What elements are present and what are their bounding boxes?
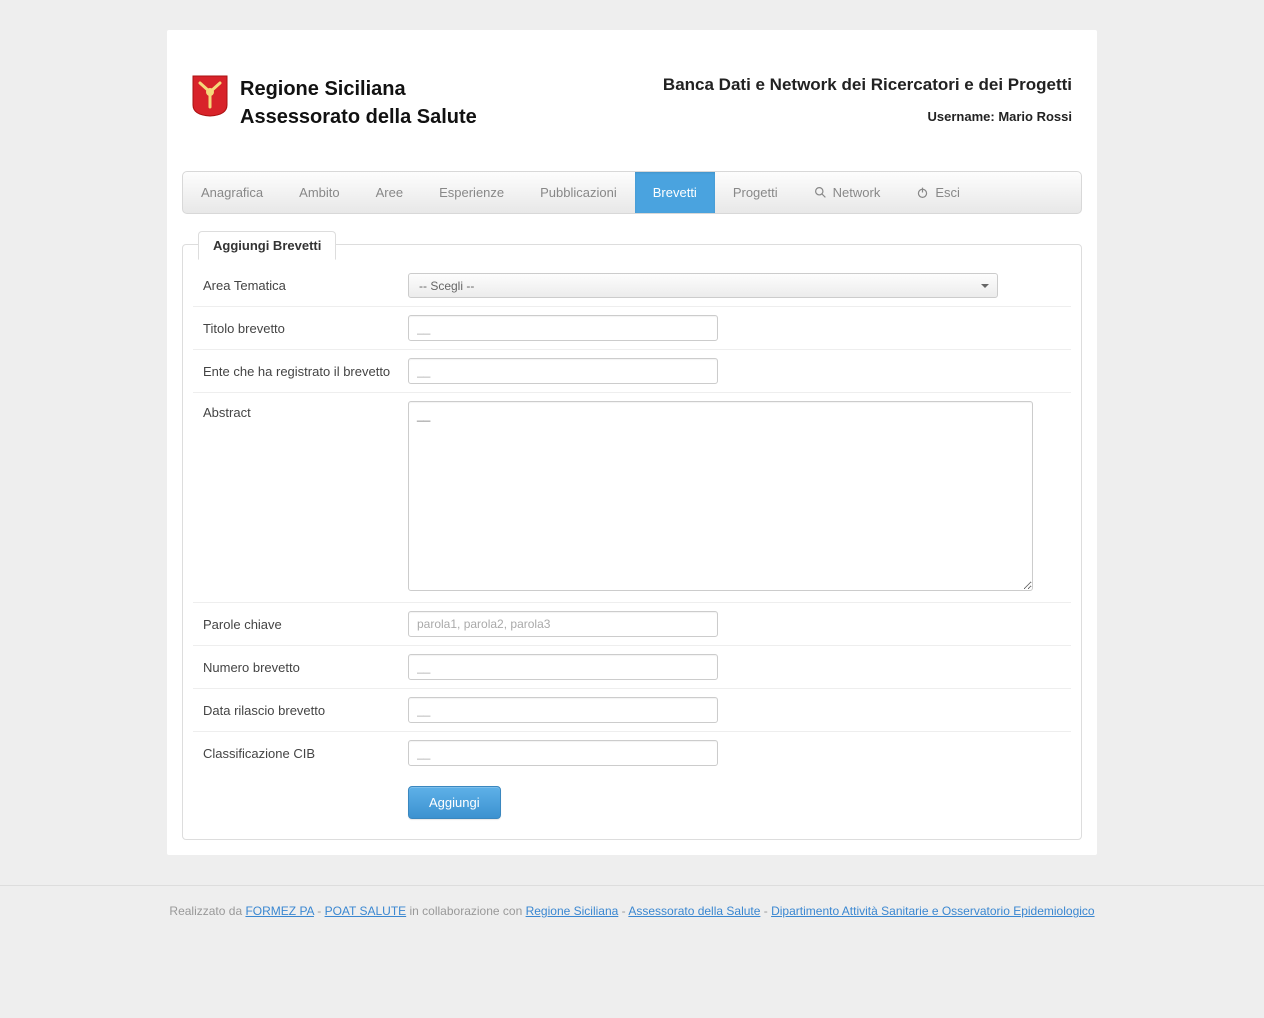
org-name: Regione Siciliana Assessorato della Salu…	[240, 75, 477, 131]
header: Regione Siciliana Assessorato della Salu…	[182, 45, 1082, 171]
footer-link-dipartimento[interactable]: Dipartimento Attività Sanitarie e Osserv…	[771, 904, 1094, 918]
input-titolo[interactable]	[408, 315, 718, 341]
input-numero[interactable]	[408, 654, 718, 680]
footer-mid: in collaborazione con	[406, 904, 525, 918]
input-data-rilascio[interactable]	[408, 697, 718, 723]
footer-link-formez[interactable]: FORMEZ PA	[245, 904, 313, 918]
nav-aree[interactable]: Aree	[358, 172, 421, 213]
nav-label: Anagrafica	[201, 185, 263, 200]
username-label: Username:	[927, 109, 994, 124]
label-numero: Numero brevetto	[193, 660, 408, 675]
header-right: Banca Dati e Network dei Ricercatori e d…	[663, 75, 1072, 124]
label-ente: Ente che ha registrato il brevetto	[193, 364, 408, 379]
input-ente[interactable]	[408, 358, 718, 384]
nav-esci[interactable]: Esci	[898, 172, 978, 213]
footer-sep: -	[760, 904, 771, 918]
select-area-tematica[interactable]: -- Scegli --	[408, 273, 998, 298]
main-card: Regione Siciliana Assessorato della Salu…	[167, 30, 1097, 855]
footer-prefix: Realizzato da	[169, 904, 245, 918]
app-title: Banca Dati e Network dei Ricercatori e d…	[663, 75, 1072, 95]
label-abstract: Abstract	[193, 401, 408, 420]
header-left: Regione Siciliana Assessorato della Salu…	[192, 75, 477, 131]
footer-link-regione[interactable]: Regione Siciliana	[526, 904, 619, 918]
org-name-line1: Regione Siciliana	[240, 75, 477, 103]
select-value: -- Scegli --	[419, 279, 474, 293]
label-classificazione: Classificazione CIB	[193, 746, 408, 761]
nav-label: Pubblicazioni	[540, 185, 617, 200]
username-line: Username: Mario Rossi	[663, 109, 1072, 124]
nav-label: Esci	[935, 185, 960, 200]
label-parole-chiave: Parole chiave	[193, 617, 408, 632]
nav-brevetti[interactable]: Brevetti	[635, 172, 715, 213]
footer-link-poat[interactable]: POAT SALUTE	[325, 904, 407, 918]
nav-label: Progetti	[733, 185, 778, 200]
label-titolo: Titolo brevetto	[193, 321, 408, 336]
textarea-abstract[interactable]	[408, 401, 1033, 591]
nav-bar: Anagrafica Ambito Aree Esperienze Pubbli…	[182, 171, 1082, 214]
nav-esperienze[interactable]: Esperienze	[421, 172, 522, 213]
power-icon	[916, 186, 929, 199]
nav-ambito[interactable]: Ambito	[281, 172, 357, 213]
chevron-down-icon	[981, 284, 989, 288]
nav-label: Aree	[376, 185, 403, 200]
nav-pubblicazioni[interactable]: Pubblicazioni	[522, 172, 635, 213]
footer-sep: -	[618, 904, 628, 918]
org-name-line2: Assessorato della Salute	[240, 103, 477, 131]
nav-label: Brevetti	[653, 185, 697, 200]
nav-anagrafica[interactable]: Anagrafica	[183, 172, 281, 213]
username-value: Mario Rossi	[998, 109, 1072, 124]
nav-label: Ambito	[299, 185, 339, 200]
input-classificazione[interactable]	[408, 740, 718, 766]
nav-network[interactable]: Network	[796, 172, 899, 213]
submit-button[interactable]: Aggiungi	[408, 786, 501, 819]
fieldset-legend: Aggiungi Brevetti	[198, 231, 336, 260]
search-icon	[814, 186, 827, 199]
label-area-tematica: Area Tematica	[193, 278, 408, 293]
footer: Realizzato da FORMEZ PA - POAT SALUTE in…	[0, 885, 1264, 948]
nav-progetti[interactable]: Progetti	[715, 172, 796, 213]
footer-link-assessorato[interactable]: Assessorato della Salute	[628, 904, 760, 918]
footer-sep: -	[314, 904, 325, 918]
input-parole-chiave[interactable]	[408, 611, 718, 637]
region-logo-icon	[192, 75, 228, 117]
nav-label: Esperienze	[439, 185, 504, 200]
nav-label: Network	[833, 185, 881, 200]
add-patent-fieldset: Aggiungi Brevetti Area Tematica -- Scegl…	[182, 244, 1082, 840]
label-data-rilascio: Data rilascio brevetto	[193, 703, 408, 718]
